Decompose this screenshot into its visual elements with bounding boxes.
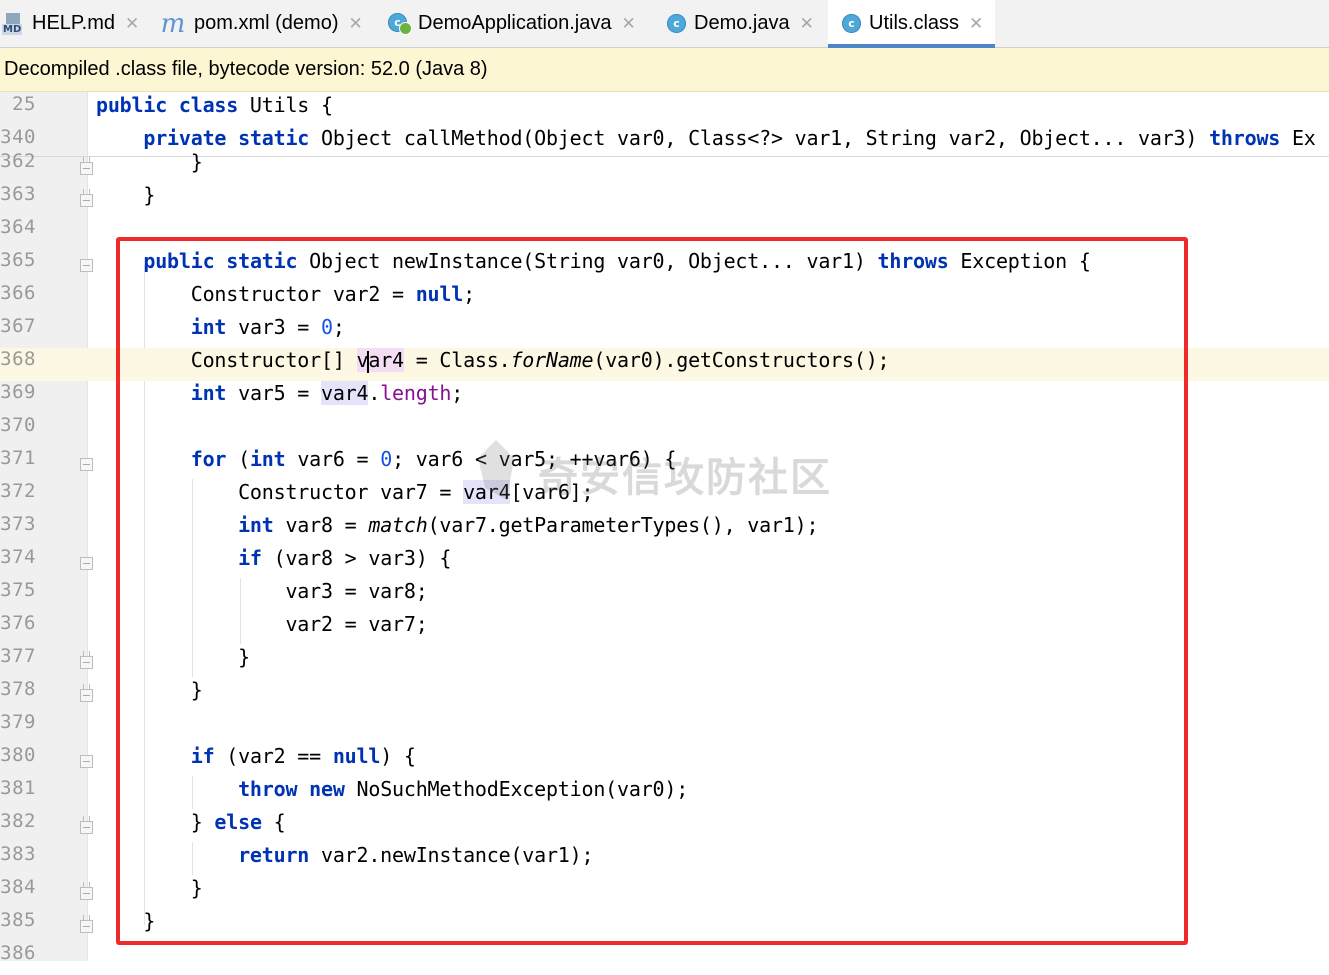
close-icon[interactable]: ✕ bbox=[125, 14, 139, 34]
code-line: public class Utils { bbox=[96, 93, 333, 117]
fold-end-icon[interactable] bbox=[80, 915, 93, 933]
editor-tab-bar: MD HELP.md ✕ m pom.xml (demo) ✕ c DemoAp… bbox=[0, 0, 1329, 48]
line-number: 377 bbox=[0, 645, 36, 667]
line-number: 375 bbox=[0, 579, 36, 601]
line-number: 367 bbox=[0, 315, 36, 337]
sticky-line[interactable]: 25 public class Utils { bbox=[0, 93, 1329, 126]
decompiled-notice-banner: Decompiled .class file, bytecode version… bbox=[0, 48, 1329, 92]
line-number: 383 bbox=[0, 843, 36, 865]
line-number: 372 bbox=[0, 480, 36, 502]
code-line: } bbox=[96, 150, 203, 174]
tab-label: Demo.java bbox=[694, 12, 790, 34]
tab-label: Utils.class bbox=[869, 12, 960, 34]
line-number: 369 bbox=[0, 381, 36, 403]
line-number: 371 bbox=[0, 447, 36, 469]
highlight-annotation-box bbox=[116, 237, 1188, 945]
line-number: 378 bbox=[0, 678, 36, 700]
fold-start-icon[interactable] bbox=[80, 557, 93, 570]
line-number: 385 bbox=[0, 909, 36, 931]
line-number: 374 bbox=[0, 546, 36, 568]
tab-demo-application[interactable]: c DemoApplication.java ✕ bbox=[388, 0, 652, 47]
line-number: 362 bbox=[0, 150, 36, 172]
tab-utils-class[interactable]: c Utils.class ✕ bbox=[828, 0, 995, 48]
close-icon[interactable]: ✕ bbox=[969, 14, 983, 34]
line-number: 370 bbox=[0, 414, 36, 436]
banner-text: Decompiled .class file, bytecode version… bbox=[4, 58, 488, 80]
tab-label: pom.xml (demo) bbox=[194, 12, 339, 34]
tab-help-md[interactable]: MD HELP.md ✕ bbox=[0, 0, 148, 47]
line-number: 364 bbox=[0, 216, 36, 238]
tab-label: DemoApplication.java bbox=[418, 12, 612, 34]
fold-start-icon[interactable] bbox=[80, 458, 93, 471]
close-icon[interactable]: ✕ bbox=[621, 14, 635, 34]
tab-label: HELP.md bbox=[32, 12, 116, 34]
line-number: 376 bbox=[0, 612, 36, 634]
markdown-file-icon: MD bbox=[2, 12, 24, 35]
fold-start-icon[interactable] bbox=[80, 755, 93, 768]
fold-end-icon[interactable] bbox=[80, 157, 93, 175]
line-number: 363 bbox=[0, 183, 36, 205]
fold-end-icon[interactable] bbox=[80, 189, 93, 207]
line-number: 368 bbox=[0, 348, 36, 370]
fold-end-icon[interactable] bbox=[80, 882, 93, 900]
java-class-icon: c bbox=[842, 14, 861, 33]
code-line-row[interactable]: 363 } bbox=[0, 183, 1329, 216]
line-number: 379 bbox=[0, 711, 36, 733]
code-line-row[interactable]: 362 } bbox=[0, 150, 1329, 183]
line-number: 366 bbox=[0, 282, 36, 304]
line-number: 373 bbox=[0, 513, 36, 535]
line-number: 384 bbox=[0, 876, 36, 898]
line-number: 380 bbox=[0, 744, 36, 766]
line-number: 25 bbox=[12, 93, 36, 115]
code-line: } bbox=[96, 183, 156, 207]
spring-class-icon: c bbox=[388, 12, 412, 35]
fold-end-icon[interactable] bbox=[80, 684, 93, 702]
line-number: 365 bbox=[0, 249, 36, 271]
line-number: 381 bbox=[0, 777, 36, 799]
line-number: 386 bbox=[0, 942, 36, 964]
fold-end-icon[interactable] bbox=[80, 651, 93, 669]
tab-demo-java[interactable]: c Demo.java ✕ bbox=[667, 0, 821, 47]
java-class-icon: c bbox=[667, 14, 686, 33]
line-number: 382 bbox=[0, 810, 36, 832]
tab-pom-xml[interactable]: m pom.xml (demo) ✕ bbox=[160, 0, 374, 47]
close-icon[interactable]: ✕ bbox=[348, 14, 362, 34]
fold-end-icon[interactable] bbox=[80, 816, 93, 834]
maven-icon: m bbox=[160, 8, 186, 39]
close-icon[interactable]: ✕ bbox=[800, 14, 814, 34]
fold-start-icon[interactable] bbox=[80, 259, 93, 272]
code-line-row[interactable]: 386 bbox=[0, 942, 1329, 975]
